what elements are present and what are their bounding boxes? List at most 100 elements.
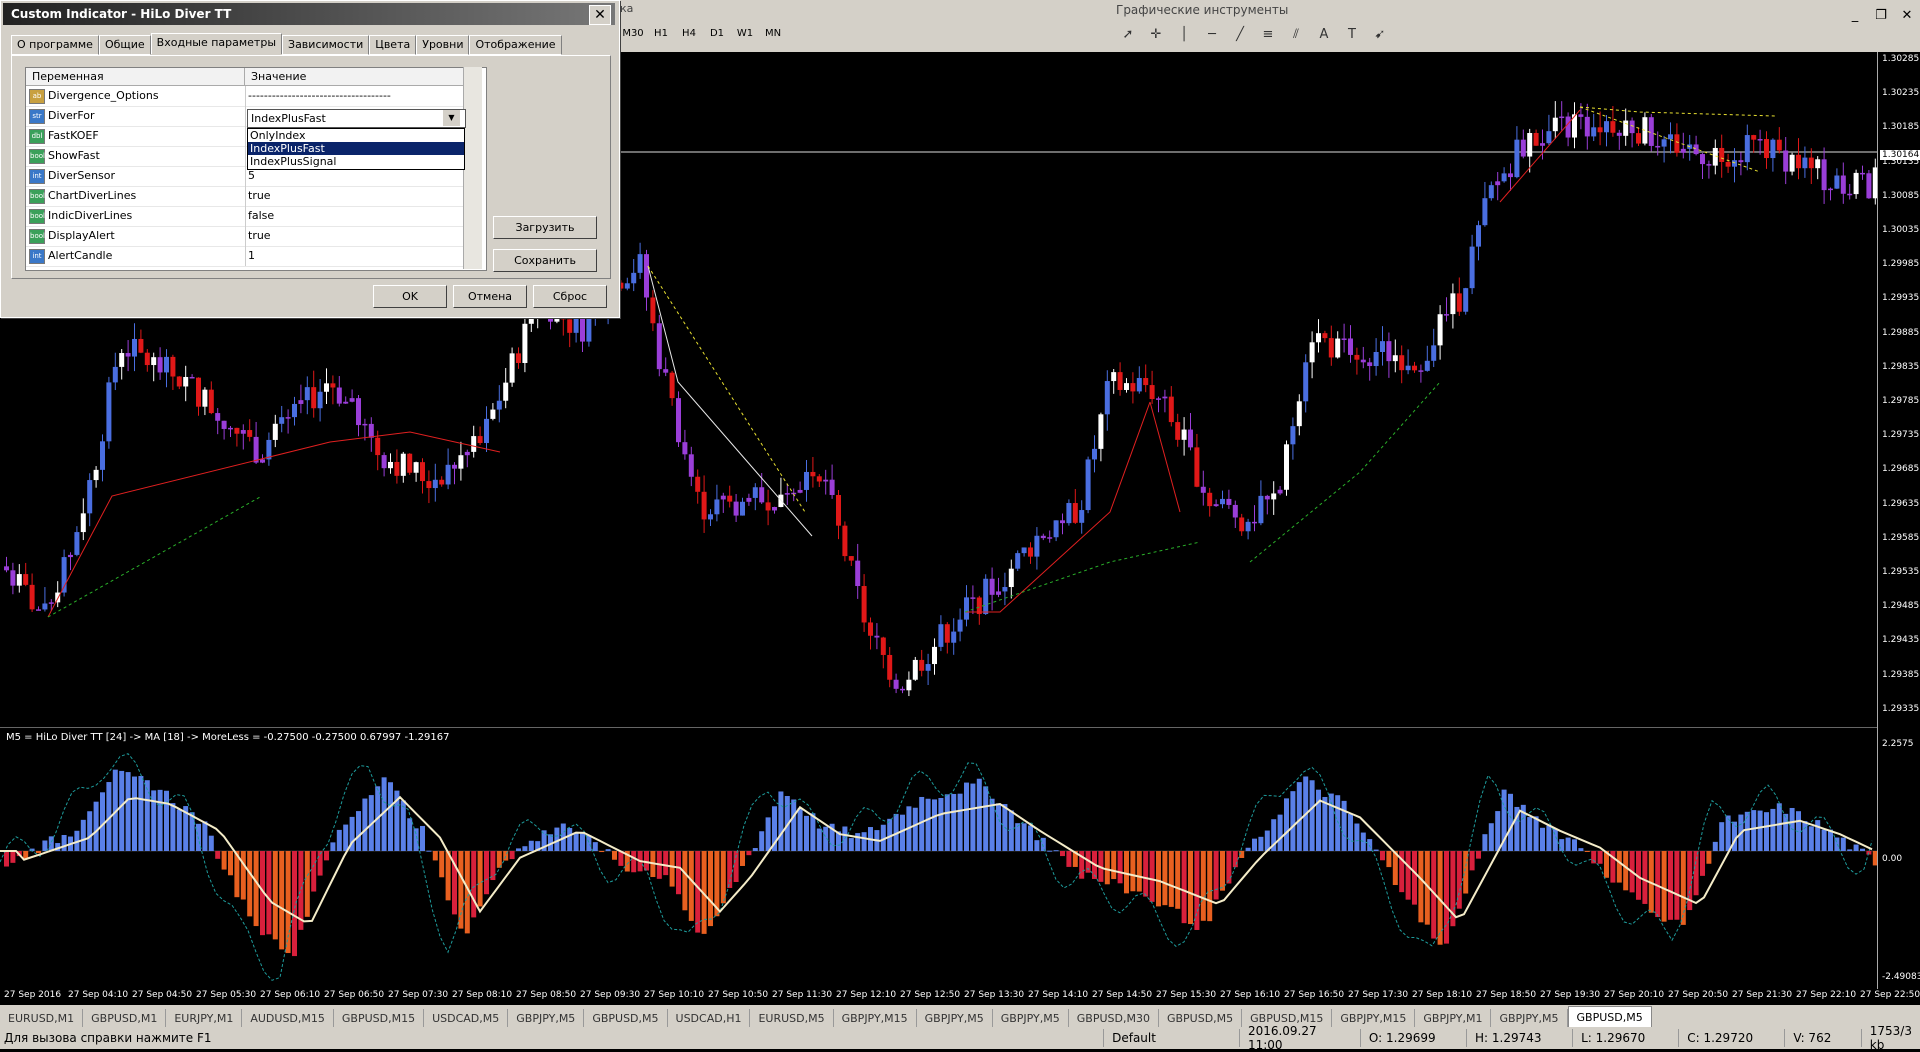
parameters-scrollbar[interactable]	[463, 67, 482, 269]
text-label-icon[interactable]: T	[1340, 22, 1364, 46]
histogram-bar	[1725, 815, 1731, 851]
dropdown-option[interactable]: IndexPlusFast	[248, 142, 464, 155]
param-value[interactable]: 1	[248, 249, 255, 262]
dialog-tab[interactable]: Отображение	[469, 35, 562, 55]
histogram-bar	[1680, 851, 1686, 925]
param-value[interactable]: ------------------------------------	[248, 89, 391, 102]
close-icon[interactable]: ✕	[1898, 8, 1916, 24]
param-value[interactable]: true	[248, 229, 271, 242]
param-row[interactable]: int AlertCandle 1	[26, 246, 466, 267]
restore-icon[interactable]: ❐	[1872, 8, 1890, 24]
symbol-tab[interactable]: GBPUSD,M15	[334, 1009, 425, 1027]
trendline-icon[interactable]: ╱	[1228, 22, 1252, 46]
candle	[1060, 513, 1065, 535]
candle	[1738, 152, 1744, 176]
dialog-close-button[interactable]: ✕	[589, 5, 611, 25]
dialog-tab[interactable]: Цвета	[369, 35, 417, 55]
param-value[interactable]: 5	[248, 169, 255, 182]
ok-button[interactable]: OK	[373, 285, 447, 308]
symbol-tab[interactable]: GBPJPY,M5	[1491, 1009, 1568, 1027]
text-icon[interactable]: A	[1312, 22, 1336, 46]
param-row[interactable]: bool ChartDiverLines true	[26, 186, 466, 207]
histogram-bar	[1616, 851, 1622, 883]
column-header-variable[interactable]: Переменная	[26, 68, 245, 86]
symbol-tab[interactable]: EURUSD,M5	[750, 1009, 834, 1027]
load-button[interactable]: Загрузить	[493, 216, 597, 239]
histogram-bar	[912, 807, 918, 851]
dialog-tab[interactable]: О программе	[11, 35, 99, 55]
indicator-chart[interactable]	[0, 729, 1877, 989]
histogram-bar	[1591, 851, 1597, 864]
symbol-tab[interactable]: AUDUSD,M15	[242, 1009, 334, 1027]
reset-button[interactable]: Сброс	[533, 285, 607, 308]
candle	[1245, 518, 1251, 540]
horizontal-line-icon[interactable]: ─	[1200, 22, 1224, 46]
equidistant-channel-icon[interactable]: ⫽	[1284, 22, 1308, 46]
timeframe-button[interactable]: MN	[760, 22, 786, 44]
histogram-bar	[695, 851, 701, 933]
candle	[1508, 163, 1513, 191]
candle	[1399, 345, 1405, 384]
cursor-icon[interactable]: ➚	[1116, 22, 1140, 46]
symbol-tab[interactable]: GBPJPY,M1	[1415, 1009, 1492, 1027]
dialog-tab[interactable]: Общие	[98, 35, 151, 55]
minimize-icon[interactable]: _	[1846, 8, 1864, 24]
histogram-bar	[1744, 811, 1750, 851]
symbol-tab[interactable]: GBPUSD,M5	[1567, 1006, 1652, 1027]
dialog-tab[interactable]: Зависимости	[282, 35, 370, 55]
dialog-titlebar[interactable]: Custom Indicator - HiLo Diver TT	[3, 3, 615, 25]
dialog-tab[interactable]: Входные параметры	[150, 33, 283, 54]
symbol-tab[interactable]: GBPJPY,M15	[834, 1009, 917, 1027]
symbol-tab[interactable]: GBPUSD,M5	[584, 1009, 668, 1027]
param-row[interactable]: bool DisplayAlert true	[26, 226, 466, 247]
dialog-tab[interactable]: Уровни	[416, 35, 470, 55]
window-tab-fragment[interactable]: ка	[620, 2, 790, 18]
candle	[656, 314, 662, 377]
symbol-tab[interactable]: USDCAD,H1	[668, 1009, 751, 1027]
timeframe-button[interactable]: D1	[704, 22, 730, 44]
candle	[1725, 153, 1731, 173]
symbol-tab[interactable]: EURJPY,M1	[166, 1009, 243, 1027]
timeframe-button[interactable]: W1	[732, 22, 758, 44]
column-header-value[interactable]: Значение	[245, 68, 467, 86]
symbol-tab[interactable]: GBPUSD,M5	[1159, 1009, 1243, 1027]
candle	[880, 636, 886, 669]
param-row[interactable]: ab Divergence_Options --------------------…	[26, 86, 466, 107]
fibonacci-icon[interactable]: ≡	[1256, 22, 1280, 46]
vertical-line-icon[interactable]: │	[1172, 22, 1196, 46]
time-label: 27 Sep 04:10	[68, 990, 129, 1000]
timeframe-button[interactable]: M30	[620, 22, 646, 44]
symbol-tab[interactable]: GBPJPY,M5	[917, 1009, 993, 1027]
crosshair-icon[interactable]: ✛	[1144, 22, 1168, 46]
diverfor-select[interactable]: IndexPlusFast	[247, 109, 466, 128]
chevron-down-icon[interactable]: ▼	[443, 110, 460, 126]
candle	[887, 647, 893, 688]
histogram-bar	[279, 851, 285, 950]
candle	[1085, 456, 1091, 514]
symbol-tab[interactable]: USDCAD,M5	[424, 1009, 509, 1027]
param-value[interactable]: true	[248, 189, 271, 202]
candle	[1604, 114, 1609, 147]
save-button[interactable]: Сохранить	[493, 249, 597, 272]
histogram-bar	[484, 851, 489, 895]
dropdown-option[interactable]: OnlyIndex	[248, 129, 464, 142]
symbol-tab[interactable]: GBPUSD,M30	[1069, 1009, 1159, 1027]
symbol-tab[interactable]: GBPUSD,M1	[83, 1009, 167, 1027]
param-row[interactable]: bool IndicDiverLines false	[26, 206, 466, 227]
dropdown-option[interactable]: IndexPlusSignal	[248, 155, 464, 168]
param-type-icon: ab	[29, 89, 45, 104]
candle	[477, 426, 483, 446]
candle	[1392, 339, 1398, 373]
timeframe-button[interactable]: H1	[648, 22, 674, 44]
candle	[464, 449, 470, 468]
param-value[interactable]: false	[248, 209, 274, 222]
histogram-bar	[170, 803, 176, 851]
histogram-bar	[951, 793, 957, 851]
cancel-button[interactable]: Отмена	[453, 285, 527, 308]
symbol-tab[interactable]: EURUSD,M1	[0, 1009, 84, 1027]
symbol-tab[interactable]: GBPJPY,M5	[508, 1009, 585, 1027]
timeframe-button[interactable]: H4	[676, 22, 702, 44]
symbol-tab[interactable]: GBPJPY,M5	[993, 1009, 1069, 1027]
candle	[1776, 127, 1782, 154]
arrows-icon[interactable]: ➹	[1368, 22, 1392, 46]
